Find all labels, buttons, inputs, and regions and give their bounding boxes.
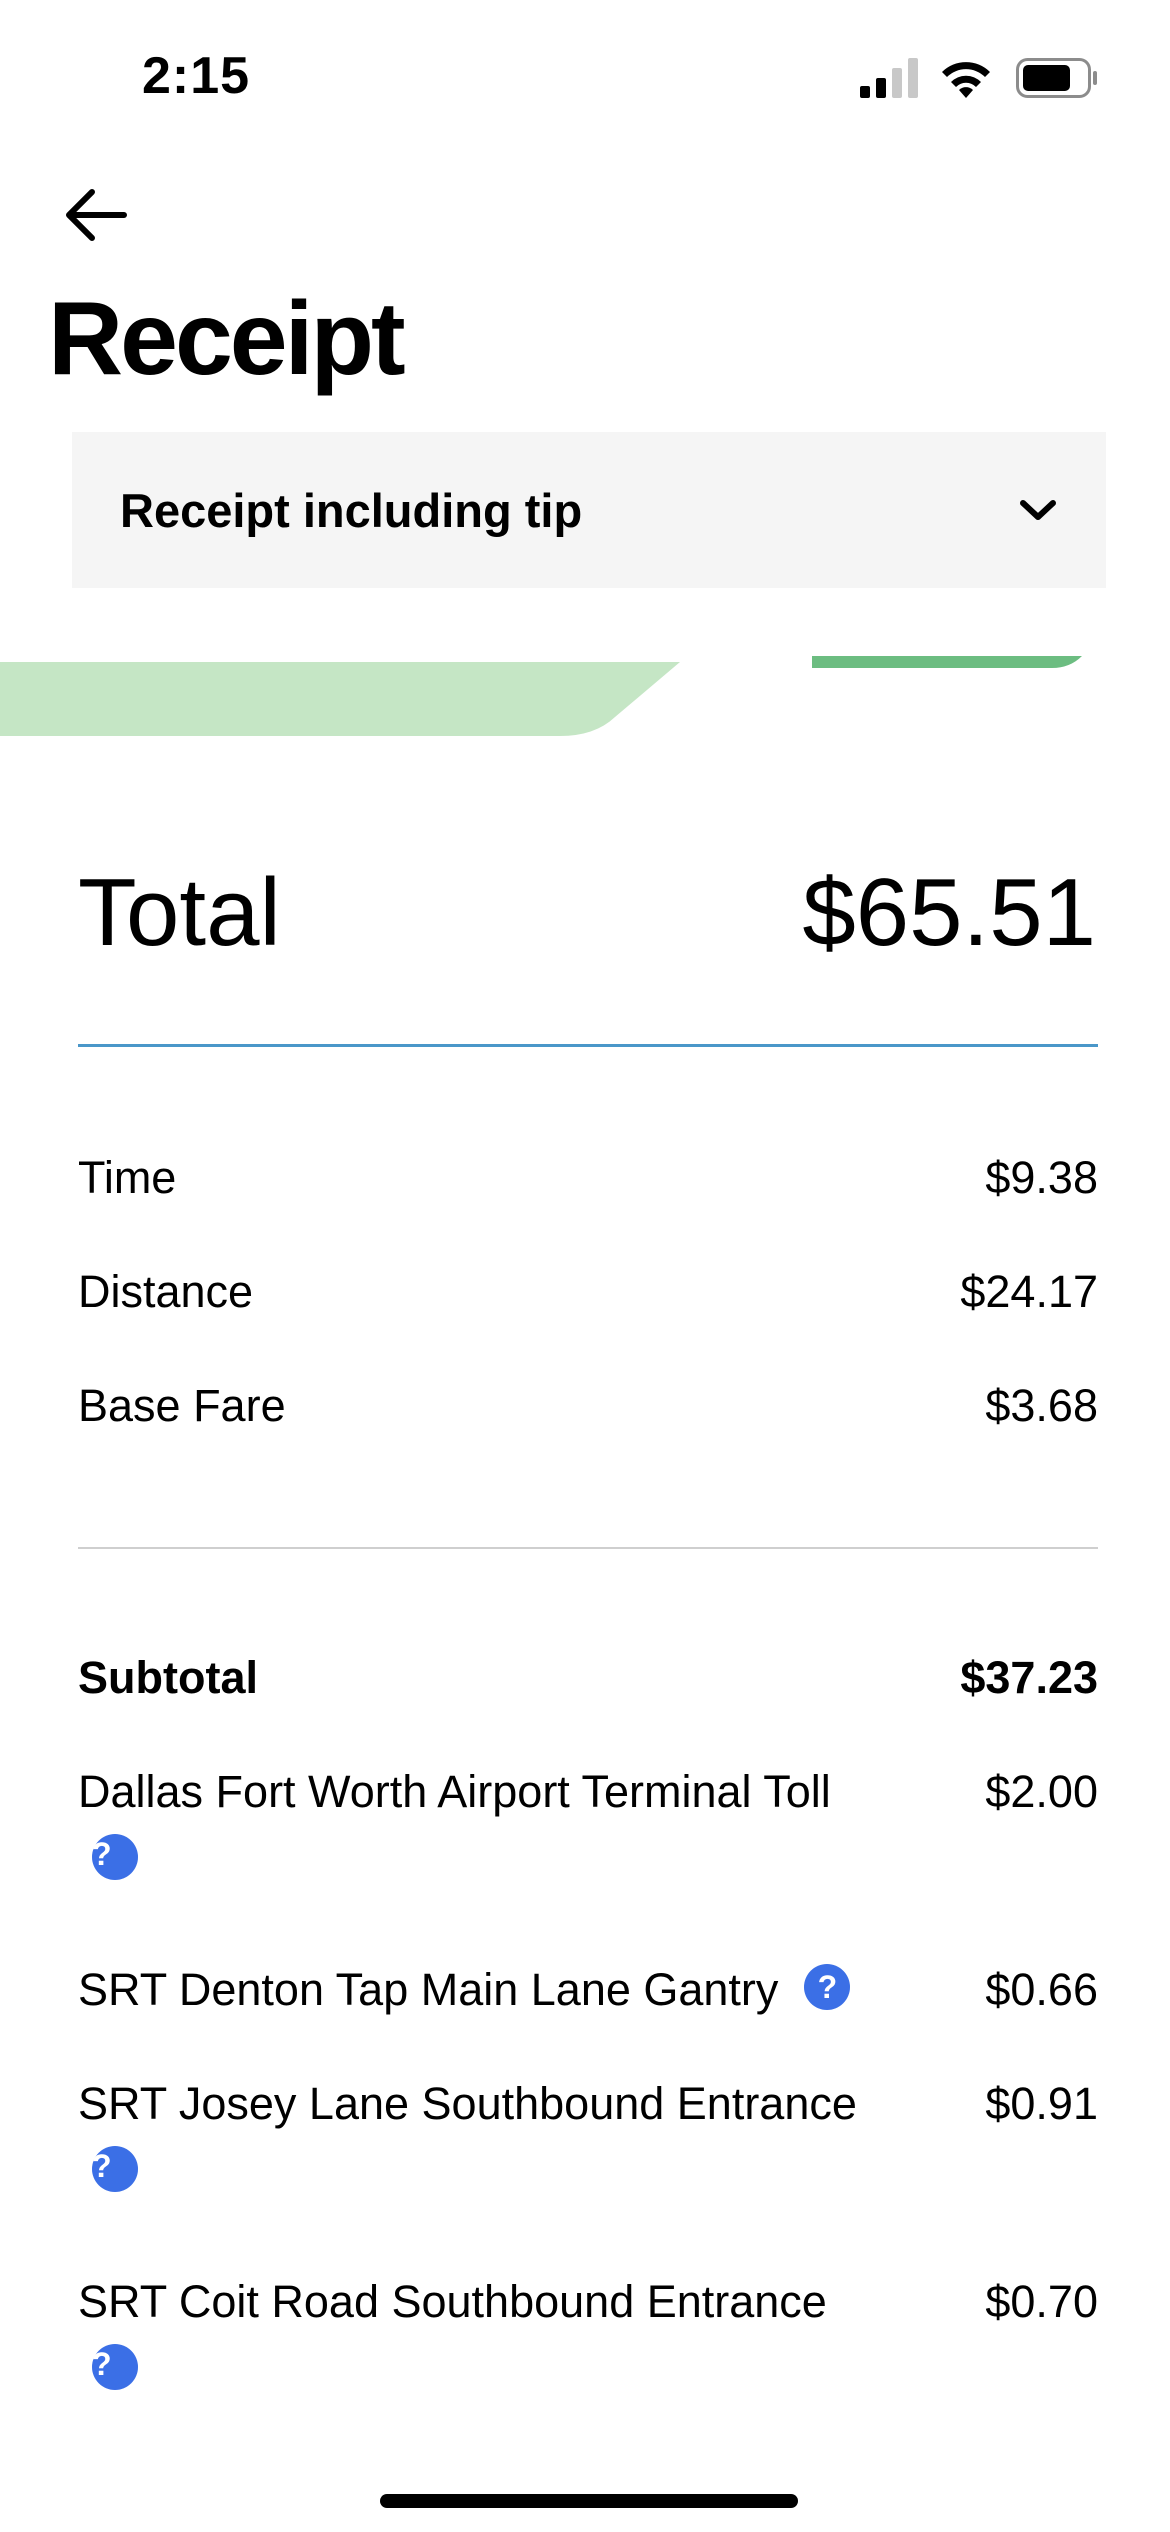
receipt-type-dropdown[interactable]: Receipt including tip (72, 432, 1106, 588)
toll-row-coit-road: SRT Coit Road Southbound Entrance ? $0.7… (78, 2274, 1098, 2391)
help-icon[interactable]: ? (92, 1834, 138, 1881)
home-indicator[interactable] (380, 2494, 798, 2508)
decorative-green-shape (0, 662, 680, 736)
fare-label: Base Fare (78, 1380, 286, 1431)
help-icon[interactable]: ? (92, 2146, 138, 2193)
fare-label: Time (78, 1152, 177, 1203)
fare-label: Distance (78, 1266, 254, 1317)
help-icon[interactable]: ? (804, 1964, 851, 2011)
toll-label: SRT Josey Lane Southbound Entrance (78, 2078, 857, 2129)
signal-icon (860, 58, 918, 98)
toll-amount: $0.91 (985, 2078, 1098, 2129)
fare-amount: $9.38 (985, 1152, 1098, 1203)
toll-row-dfw-terminal: Dallas Fort Worth Airport Terminal Toll … (78, 1764, 1098, 1881)
toll-label-wrap: Dallas Fort Worth Airport Terminal Toll … (78, 1764, 831, 1881)
subtotal-label: Subtotal (78, 1652, 258, 1703)
page-title: Receipt (48, 281, 406, 397)
fare-amount: $24.17 (960, 1266, 1098, 1317)
toll-row-josey-lane: SRT Josey Lane Southbound Entrance ? $0.… (78, 2076, 1098, 2193)
toll-row-denton-tap: SRT Denton Tap Main Lane Gantry? $0.66 (78, 1962, 1098, 2018)
battery-icon (1016, 58, 1097, 98)
toll-label-wrap: SRT Josey Lane Southbound Entrance ? (78, 2076, 857, 2193)
subtotal-amount: $37.23 (960, 1652, 1098, 1703)
toll-amount: $0.70 (985, 2276, 1098, 2327)
toll-label: SRT Coit Road Southbound Entrance (78, 2276, 827, 2327)
toll-amount: $0.66 (985, 1964, 1098, 2015)
fare-row-time: Time $9.38 (78, 1150, 1098, 1206)
fare-row-distance: Distance $24.17 (78, 1264, 1098, 1320)
back-arrow-icon[interactable] (60, 180, 130, 250)
toll-label: SRT Denton Tap Main Lane Gantry (78, 1964, 779, 2015)
chevron-down-icon (1020, 500, 1056, 520)
divider (78, 1547, 1098, 1549)
toll-amount: $2.00 (985, 1766, 1098, 1817)
toll-label-wrap: SRT Denton Tap Main Lane Gantry? (78, 1962, 851, 2018)
help-icon[interactable]: ? (92, 2344, 138, 2391)
subtotal-row: Subtotal $37.23 (78, 1650, 1098, 1706)
fare-row-base-fare: Base Fare $3.68 (78, 1378, 1098, 1434)
toll-label: Dallas Fort Worth Airport Terminal Toll (78, 1766, 831, 1817)
status-time: 2:15 (142, 47, 251, 105)
divider (78, 1044, 1098, 1047)
wifi-icon (942, 62, 990, 98)
toll-label-wrap: SRT Coit Road Southbound Entrance ? (78, 2274, 827, 2391)
total-label: Total (78, 859, 281, 966)
dropdown-label: Receipt including tip (120, 483, 583, 537)
fare-amount: $3.68 (985, 1380, 1098, 1431)
decorative-green-line (812, 656, 1082, 668)
total-amount: $65.51 (802, 859, 1096, 966)
